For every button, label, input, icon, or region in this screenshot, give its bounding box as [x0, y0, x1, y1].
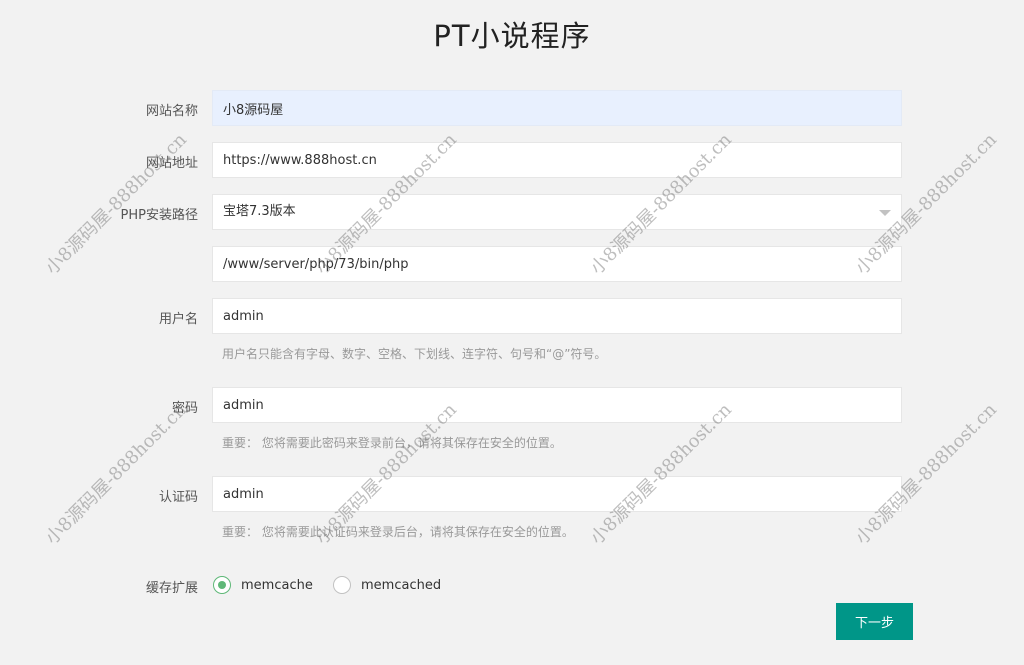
chevron-down-icon: [879, 210, 891, 216]
radio-memcached[interactable]: memcached: [333, 574, 441, 596]
username-input[interactable]: [212, 298, 902, 334]
radio-unchecked-icon: [333, 576, 351, 594]
radio-checked-icon: [213, 576, 231, 594]
radio-memcached-label: memcached: [361, 577, 442, 593]
next-button[interactable]: 下一步: [836, 603, 913, 640]
password-input[interactable]: [212, 387, 902, 423]
auth-code-hint: 重要： 您将需要此认证码来登录后台，请将其保存在安全的位置。: [222, 525, 574, 539]
php-path-label: PHP安装路径: [120, 208, 198, 223]
radio-memcache-label: memcache: [241, 577, 313, 593]
site-url-input[interactable]: [212, 142, 902, 178]
cache-label: 缓存扩展: [145, 581, 198, 596]
radio-memcache[interactable]: memcache: [213, 574, 313, 596]
site-url-label: 网站地址: [145, 156, 198, 171]
php-path-input[interactable]: [212, 246, 902, 282]
password-hint: 重要： 您将需要此密码来登录前台，请将其保存在安全的位置。: [222, 436, 562, 450]
watermark: 小8源码屋-888host.cn: [41, 129, 191, 279]
page-title: PT小说程序: [433, 19, 591, 53]
site-name-label: 网站名称: [145, 104, 198, 119]
username-label: 用户名: [158, 312, 198, 327]
auth-code-input[interactable]: [212, 476, 902, 512]
password-label: 密码: [171, 401, 198, 416]
php-version-selected: 宝塔7.3版本: [223, 204, 296, 219]
watermark: 小8源码屋-888host.cn: [41, 399, 191, 549]
php-version-select[interactable]: 宝塔7.3版本: [212, 194, 902, 230]
auth-code-label: 认证码: [158, 490, 198, 505]
site-name-input[interactable]: [212, 90, 902, 126]
username-hint: 用户名只能含有字母、数字、空格、下划线、连字符、句号和“@”符号。: [222, 347, 607, 361]
